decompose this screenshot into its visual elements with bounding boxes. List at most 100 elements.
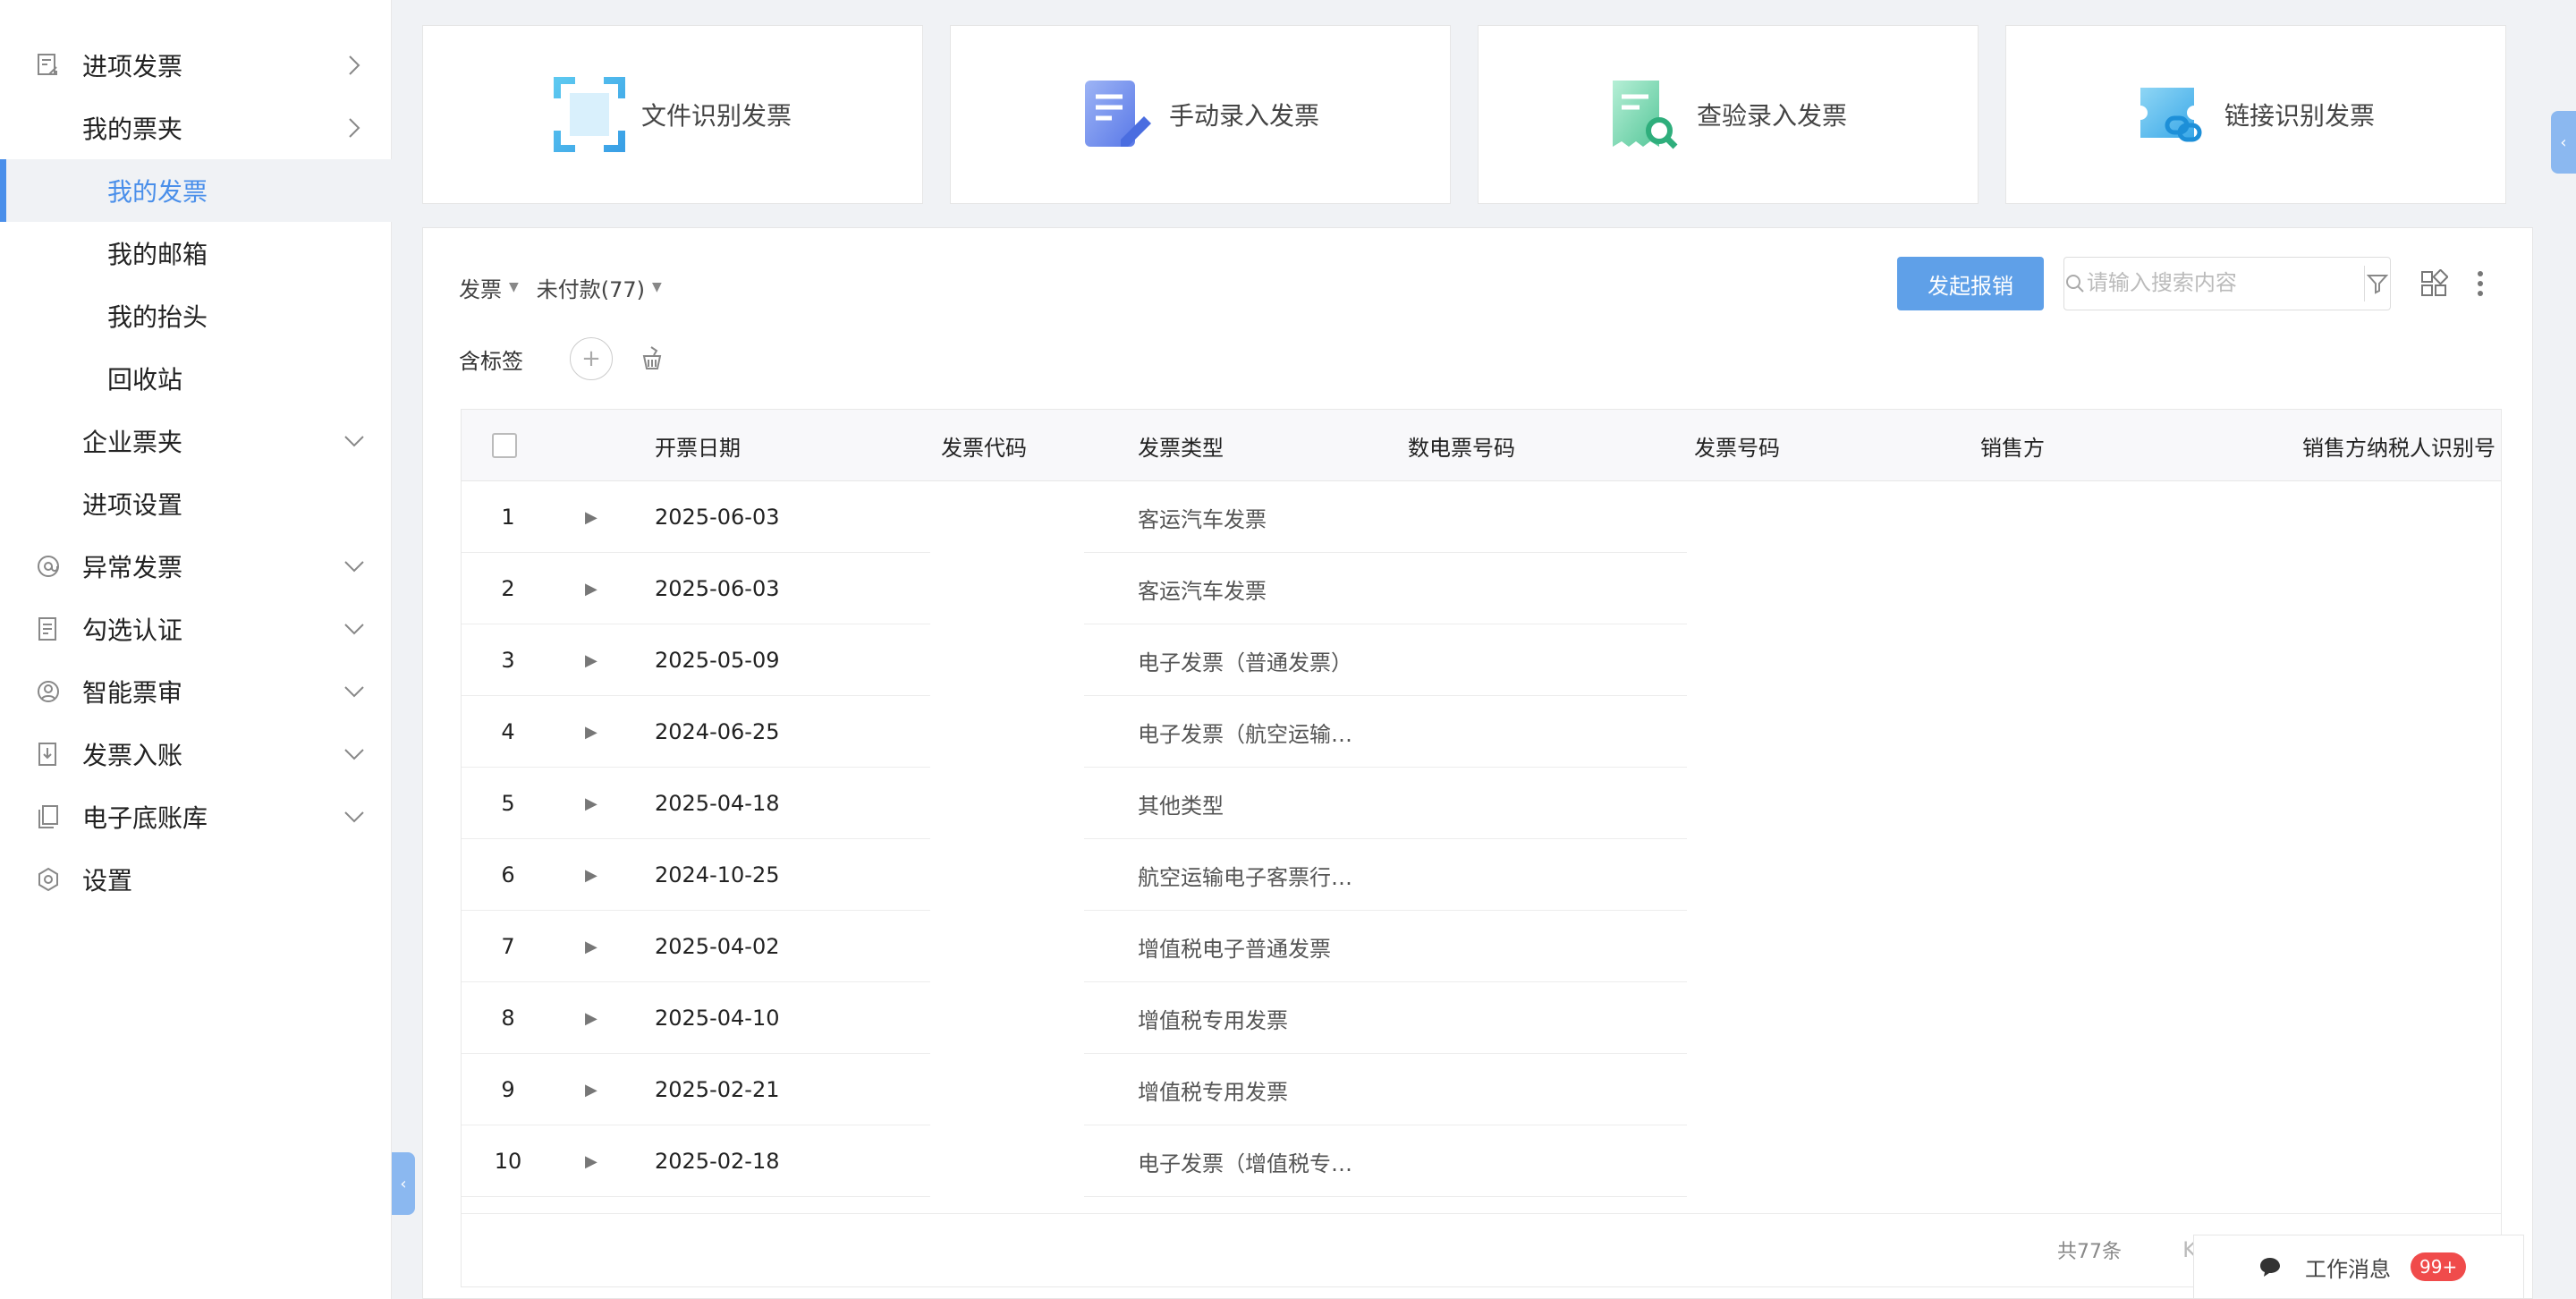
filter-icon[interactable]	[2363, 266, 2390, 301]
total-count: 共77条	[2057, 1241, 2122, 1263]
sidebar-item-label: 智能票审	[82, 678, 183, 708]
sidebar-collapse-toggle[interactable]: ‹	[392, 1152, 415, 1215]
sidebar-item-my-folder[interactable]: 我的票夹	[0, 97, 392, 159]
invoice-type-cell: 其他类型	[1138, 793, 1224, 819]
sidebar-item-input-settings[interactable]: 进项设置	[0, 472, 392, 535]
expand-row-icon[interactable]: ▶	[585, 553, 597, 624]
table-row[interactable]: 3 ▶ 2025-05-09 电子发票（普通发票）	[462, 624, 2501, 696]
row-divider	[1084, 1196, 1687, 1197]
card-link-recognize[interactable]: 链接识别发票	[2005, 25, 2506, 204]
expand-row-icon[interactable]: ▶	[585, 839, 597, 911]
scan-frame-icon	[553, 77, 625, 152]
card-file-recognize[interactable]: 文件识别发票	[422, 25, 923, 204]
table-row[interactable]: 10 ▶ 2025-02-18 电子发票（增值税专…	[462, 1125, 2501, 1197]
search-box	[2063, 257, 2391, 310]
select-all-checkbox[interactable]	[492, 410, 517, 481]
sidebar-item-label: 进项发票	[82, 52, 183, 81]
caret-down-icon: ▼	[652, 280, 662, 294]
sidebar-item-enterprise-folder[interactable]: 企业票夹	[0, 410, 392, 472]
column-header[interactable]: 发票类型	[1138, 410, 1224, 481]
messages-label: 工作消息	[2305, 1256, 2391, 1282]
expand-row-icon[interactable]: ▶	[585, 768, 597, 839]
sidebar-item-abnormal-invoices[interactable]: 异常发票	[0, 535, 392, 598]
card-verify-entry[interactable]: 查验录入发票	[1478, 25, 1979, 204]
sidebar-item-my-invoices[interactable]: 我的发票	[0, 159, 392, 222]
sidebar-item-invoice-booking[interactable]: 发票入账	[0, 723, 392, 785]
column-header[interactable]: 数电票号码	[1408, 410, 1515, 481]
expand-row-icon[interactable]: ▶	[585, 481, 597, 553]
column-header[interactable]: 发票号码	[1694, 410, 1780, 481]
at-sign-icon	[36, 554, 61, 579]
add-tag-button[interactable]: +	[570, 337, 613, 380]
row-index: 10	[494, 1149, 522, 1174]
expand-row-icon[interactable]: ▶	[585, 1125, 597, 1197]
hexagon-gear-icon	[36, 867, 61, 892]
clear-tags-button[interactable]	[638, 344, 666, 373]
row-index: 6	[501, 862, 515, 887]
sidebar-item-e-ledger[interactable]: 电子底账库	[0, 785, 392, 848]
sidebar-item-settings[interactable]: 设置	[0, 848, 392, 911]
start-reimbursement-button[interactable]: 发起报销	[1897, 257, 2044, 310]
expand-row-icon[interactable]: ▶	[585, 982, 597, 1054]
broom-icon	[642, 346, 662, 369]
download-doc-icon	[36, 742, 61, 767]
caret-down-icon: ▼	[509, 280, 519, 294]
table-row[interactable]: 4 ▶ 2024-06-25 电子发票（航空运输…	[462, 696, 2501, 768]
grid-view-icon[interactable]	[2418, 267, 2450, 300]
expand-row-icon[interactable]: ▶	[585, 911, 597, 982]
row-index: 8	[501, 1006, 515, 1031]
table-row[interactable]: 8 ▶ 2025-04-10 增值税专用发票	[462, 982, 2501, 1054]
link-ticket-icon	[2137, 77, 2208, 152]
search-icon	[2064, 258, 2087, 310]
row-index: 9	[501, 1077, 515, 1102]
chevron-down-icon	[343, 806, 365, 828]
expand-row-icon[interactable]: ▶	[585, 696, 597, 768]
sidebar-item-smart-review[interactable]: 智能票审	[0, 660, 392, 723]
issue-date-cell: 2025-06-03	[655, 505, 780, 530]
column-header[interactable]: 销售方	[1980, 410, 2045, 481]
card-label: 查验录入发票	[1696, 101, 1847, 131]
card-label: 文件识别发票	[640, 101, 792, 131]
issue-date-cell: 2025-02-21	[655, 1077, 780, 1102]
table-row[interactable]: 6 ▶ 2024-10-25 航空运输电子客票行…	[462, 839, 2501, 911]
sidebar-item-invoice-in[interactable]: 进项发票	[0, 34, 392, 97]
column-header[interactable]: 开票日期	[655, 410, 741, 481]
chevron-left-icon: ‹	[2560, 132, 2567, 152]
invoice-type-cell: 电子发票（航空运输…	[1138, 721, 1352, 747]
sidebar-item-my-titles[interactable]: 我的抬头	[0, 284, 392, 347]
card-manual-entry[interactable]: 手动录入发票	[950, 25, 1451, 204]
expand-row-icon[interactable]: ▶	[585, 624, 597, 696]
column-header[interactable]: 销售方纳税人识别号	[2302, 410, 2496, 481]
sidebar-item-recycle-bin[interactable]: 回收站	[0, 347, 392, 410]
invoice-type-cell: 航空运输电子客票行…	[1138, 864, 1352, 890]
more-vertical-icon[interactable]	[2464, 267, 2496, 300]
row-index: 7	[501, 934, 515, 959]
filter-bar: 发票 ▼ 未付款(77) ▼	[459, 260, 680, 314]
table-row[interactable]: 5 ▶ 2025-04-18 其他类型	[462, 768, 2501, 839]
tag-filter-row: 含标签 +	[459, 334, 666, 384]
column-header[interactable]: 发票代码	[941, 410, 1027, 481]
unread-badge: 99+	[2411, 1252, 2467, 1281]
sidebar-item-label: 发票入账	[82, 741, 183, 770]
sidebar-item-label: 异常发票	[82, 553, 183, 582]
sidebar-item-label: 企业票夹	[82, 428, 183, 457]
search-input[interactable]	[2086, 271, 2364, 296]
sidebar-item-label: 勾选认证	[82, 616, 183, 645]
issue-date-cell: 2025-04-10	[655, 1006, 780, 1031]
table-row[interactable]: 2 ▶ 2025-06-03 客运汽车发票	[462, 553, 2501, 624]
card-label: 手动录入发票	[1168, 101, 1319, 131]
sidebar-item-check-certify[interactable]: 勾选认证	[0, 598, 392, 660]
table-row[interactable]: 1 ▶ 2025-06-03 客运汽车发票	[462, 481, 2501, 553]
invoice-type-dropdown[interactable]: 发票 ▼	[459, 272, 519, 303]
invoice-type-cell: 增值税电子普通发票	[1138, 936, 1331, 962]
sidebar-item-my-mailbox[interactable]: 我的邮箱	[0, 222, 392, 284]
table-row[interactable]: 7 ▶ 2025-04-02 增值税电子普通发票	[462, 911, 2501, 982]
table-row[interactable]: 9 ▶ 2025-02-21 增值税专用发票	[462, 1054, 2501, 1125]
chevron-left-icon: ‹	[400, 1174, 407, 1193]
row-index: 5	[501, 791, 515, 816]
expand-row-icon[interactable]: ▶	[585, 1054, 597, 1125]
payment-status-dropdown[interactable]: 未付款(77) ▼	[537, 272, 662, 303]
row-index: 1	[501, 505, 515, 530]
right-panel-toggle[interactable]: ‹	[2551, 111, 2576, 174]
work-messages-widget[interactable]: 工作消息 99+	[2193, 1235, 2524, 1299]
